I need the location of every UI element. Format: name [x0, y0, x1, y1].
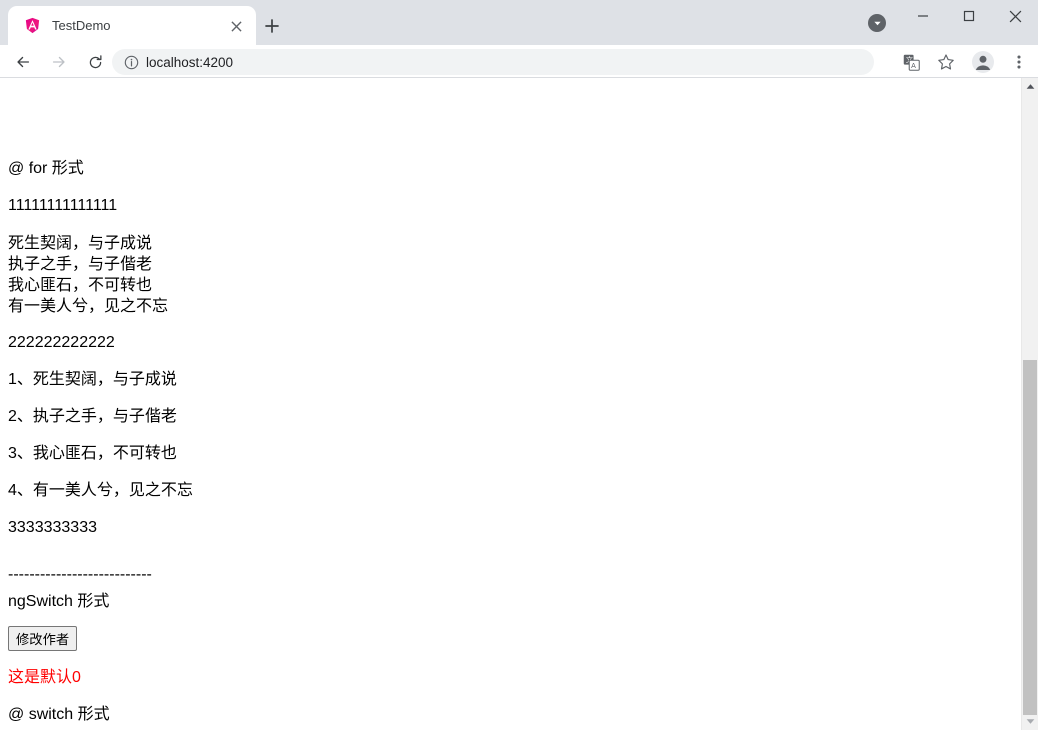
- scrollbar-thumb[interactable]: [1023, 360, 1037, 715]
- ngswitch-heading: ngSwitch 形式: [8, 593, 110, 610]
- chrome-update-icon[interactable]: [868, 14, 886, 32]
- back-button[interactable]: [10, 49, 36, 75]
- browser-toolbar: localhost:4200 文 A: [0, 45, 1038, 78]
- poem-line: 执子之手，与子偕老: [8, 256, 153, 273]
- svg-text:A: A: [911, 61, 916, 69]
- change-author-button[interactable]: 修改作者: [8, 626, 78, 651]
- poem-line: 死生契阔，与子成说: [8, 235, 153, 252]
- marker-twos: 222222222222: [8, 334, 115, 351]
- bookmark-star-icon[interactable]: [933, 49, 959, 75]
- list-item: 3、我心匪石，不可转也: [8, 445, 177, 462]
- profile-avatar-icon[interactable]: [970, 49, 996, 75]
- marker-ones: 11111111111111: [8, 197, 118, 214]
- address-bar[interactable]: localhost:4200: [112, 49, 874, 75]
- info-circle-icon[interactable]: [123, 54, 139, 70]
- poem-line: 我心匪石，不可转也: [8, 277, 153, 294]
- browser-window: TestDemo localhost:4200 A @ for 形式 11111…: [0, 0, 1038, 730]
- translate-icon[interactable]: 文 A: [898, 49, 924, 75]
- scroll-up-icon[interactable]: [1022, 78, 1038, 95]
- list-item: 4、有一美人兮，见之不忘: [8, 482, 193, 499]
- switch-block-heading: @ switch 形式: [8, 706, 110, 723]
- browser-tab[interactable]: TestDemo: [8, 6, 256, 45]
- vertical-scrollbar[interactable]: [1021, 78, 1038, 730]
- switch-default-text: 这是默认0: [8, 669, 81, 686]
- poem-block: 死生契阔，与子成说 执子之手，与子偕老 我心匪石，不可转也 有一美人兮，见之不忘: [0, 233, 168, 317]
- page-content: @ for 形式 11111111111111 死生契阔，与子成说 执子之手，与…: [0, 78, 1021, 730]
- chrome-menu-icon[interactable]: [1006, 49, 1032, 75]
- tab-title: TestDemo: [52, 18, 111, 33]
- new-tab-button[interactable]: [258, 12, 286, 40]
- change-author-row: 修改作者: [0, 626, 78, 651]
- list-item: 1、死生契阔，与子成说: [8, 371, 177, 388]
- window-minimize-button[interactable]: [900, 0, 946, 32]
- close-tab-icon[interactable]: [227, 17, 245, 35]
- forward-button: [46, 49, 72, 75]
- window-maximize-button[interactable]: [946, 0, 992, 32]
- marker-threes: 3333333333: [8, 519, 97, 536]
- poem-line: 有一美人兮，见之不忘: [8, 298, 169, 315]
- reload-button[interactable]: [82, 49, 108, 75]
- angular-logo-icon: [24, 17, 41, 34]
- scroll-down-icon[interactable]: [1022, 713, 1038, 730]
- list-item: 2、执子之手，与子偕老: [8, 408, 177, 425]
- tab-strip: TestDemo: [0, 0, 1038, 45]
- address-bar-url: localhost:4200: [146, 55, 234, 70]
- for-block-heading: @ for 形式: [8, 160, 84, 177]
- page-viewport: @ for 形式 11111111111111 死生契阔，与子成说 执子之手，与…: [0, 78, 1038, 730]
- section-divider: ---------------------------: [8, 566, 152, 583]
- window-close-button[interactable]: [992, 0, 1038, 32]
